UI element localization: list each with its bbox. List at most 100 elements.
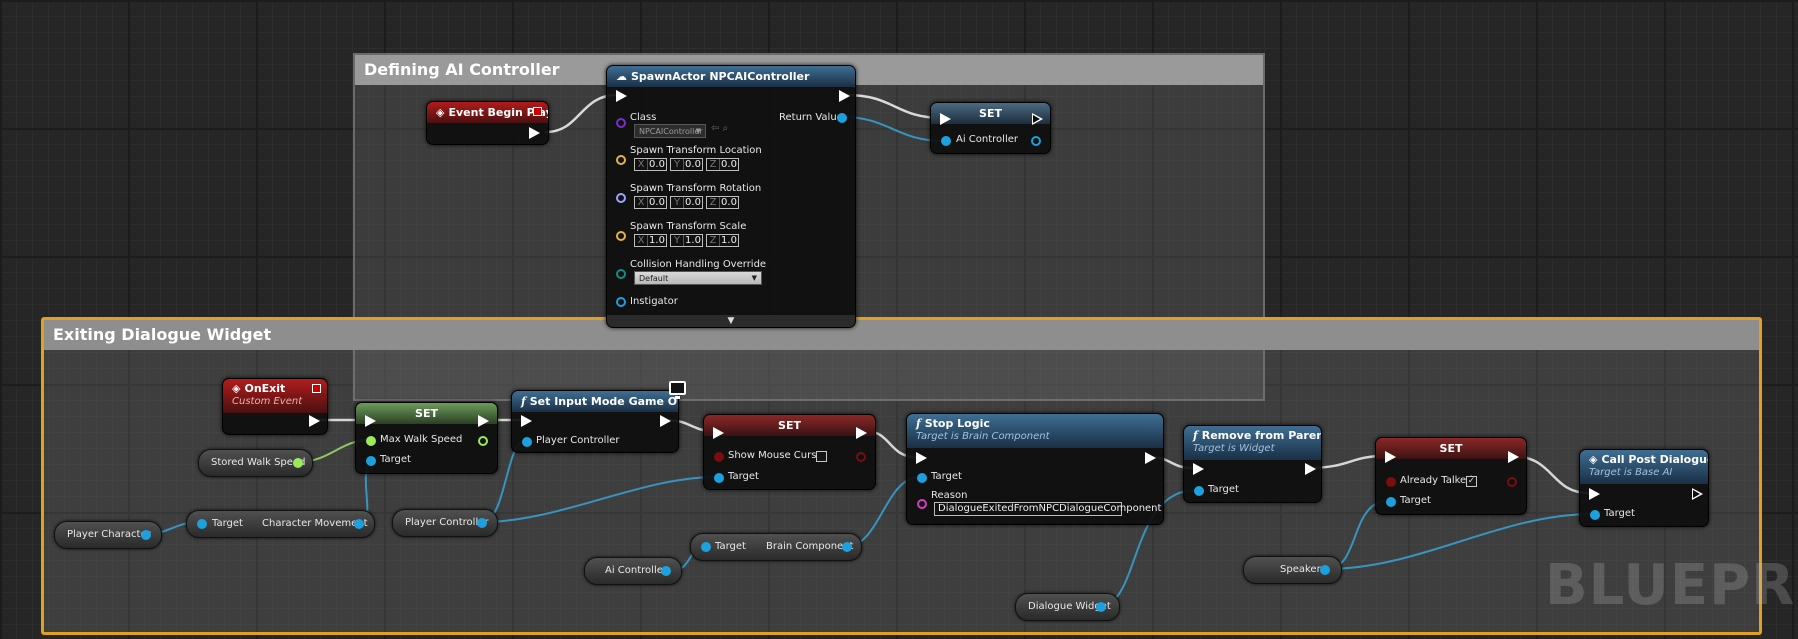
exec-in-pin[interactable] (616, 90, 627, 102)
target-label: Target (1208, 484, 1239, 495)
exec-out-pin[interactable] (1305, 463, 1316, 475)
exec-in-pin[interactable] (1589, 488, 1600, 500)
return-value-pin[interactable] (837, 113, 847, 123)
rotation-y-field[interactable]: Y 0.0 (670, 196, 703, 209)
already-talked-out-pin[interactable] (1507, 477, 1517, 487)
speaker-out-pin[interactable] (1320, 565, 1330, 575)
collision-override-select[interactable]: Default (634, 271, 762, 285)
exec-out-pin[interactable] (839, 90, 850, 102)
event-delegate-icon[interactable] (312, 384, 321, 393)
ai-controller-out-pin[interactable] (661, 566, 671, 576)
location-z-field[interactable]: Z 0.0 (706, 158, 739, 171)
stored-walk-speed-out-pin[interactable] (293, 458, 303, 468)
target-pin[interactable] (197, 519, 207, 529)
scale-x-field[interactable]: X 1.0 (634, 234, 667, 247)
speaker-variable[interactable]: Speaker (1243, 556, 1342, 584)
dialogue-widget-out-pin[interactable] (1096, 602, 1106, 612)
function-f-icon: f (521, 395, 526, 408)
exec-in-pin[interactable] (1385, 451, 1396, 463)
show-cursor-out-pin[interactable] (856, 452, 866, 462)
collision-override-pin[interactable] (616, 269, 626, 279)
max-walk-speed-out-pin[interactable] (478, 436, 488, 446)
already-talked-in-pin[interactable] (1386, 477, 1396, 487)
location-y-field[interactable]: Y 0.0 (670, 158, 703, 171)
exec-in-pin[interactable] (365, 415, 376, 427)
show-cursor-checkbox[interactable] (816, 451, 827, 462)
spawn-scale-pin[interactable] (616, 231, 626, 241)
rotation-z-field[interactable]: Z 0.0 (706, 196, 739, 209)
node-subtitle: Target is Brain Component (916, 431, 1050, 442)
exec-out-pin[interactable] (1508, 451, 1519, 463)
max-walk-speed-label: Max Walk Speed (380, 434, 463, 445)
call-post-dialogue-node[interactable]: ◈ Call Post Dialogue Target is Base AI Ta… (1579, 449, 1709, 527)
brain-component-out-pin[interactable] (842, 542, 852, 552)
target-pin[interactable] (1194, 486, 1204, 496)
ai-controller-out-pin[interactable] (1031, 136, 1041, 146)
already-talked-checkbox[interactable]: ✓ (1466, 476, 1477, 487)
ai-controller-in-pin[interactable] (941, 136, 951, 146)
comment-title[interactable]: Exiting Dialogue Widget (44, 320, 1759, 350)
instigator-pin[interactable] (616, 297, 626, 307)
event-delegate-icon[interactable] (533, 107, 542, 116)
exec-out-pin[interactable] (1032, 113, 1043, 125)
spawn-actor-node[interactable]: ☁ SpawnActor NPCAIController Class NPCAIC… (606, 65, 856, 328)
class-select[interactable]: NPCAIController (634, 124, 706, 138)
ai-controller-variable[interactable]: Ai Controller (584, 557, 682, 585)
exec-out-pin[interactable] (478, 415, 489, 427)
player-controller-variable[interactable]: Player Controller (392, 509, 498, 537)
location-x-field[interactable]: X 0.0 (634, 158, 667, 171)
target-pin[interactable] (714, 473, 724, 483)
get-brain-component-node[interactable]: Target Brain Component (690, 533, 862, 561)
set-max-walk-speed-node[interactable]: SET Max Walk Speed Target (355, 402, 498, 474)
show-cursor-label: Show Mouse Cursor (728, 450, 827, 461)
set-show-mouse-cursor-node[interactable]: SET Show Mouse Cursor Target (703, 414, 876, 490)
scale-y-field[interactable]: Y 1.0 (670, 234, 703, 247)
exec-in-pin[interactable] (916, 452, 927, 464)
exec-out-pin[interactable] (660, 415, 671, 427)
scale-z-field[interactable]: Z 1.0 (706, 234, 739, 247)
target-pin[interactable] (1386, 497, 1396, 507)
target-pin[interactable] (1590, 510, 1600, 520)
exec-out-pin[interactable] (309, 415, 320, 427)
reason-pin[interactable] (917, 499, 927, 509)
exec-out-pin[interactable] (856, 427, 867, 439)
character-movement-out-pin[interactable] (354, 519, 364, 529)
get-character-movement-node[interactable]: Target Character Movement (186, 510, 375, 538)
target-label: Target (380, 454, 411, 465)
rotation-x-field[interactable]: X 0.0 (634, 196, 667, 209)
exec-out-pin[interactable] (1692, 488, 1703, 500)
reason-text-input[interactable]: DialogueExitedFromNPCDialogueComponent (934, 502, 1161, 516)
player-character-variable[interactable]: Player Character (54, 521, 162, 549)
player-character-out-pin[interactable] (141, 530, 151, 540)
set-input-mode-game-only-node[interactable]: fSet Input Mode Game Only Player Control… (511, 390, 679, 453)
max-walk-speed-in-pin[interactable] (366, 436, 376, 446)
exec-out-pin[interactable] (1145, 452, 1156, 464)
brain-component-label: Brain Component (766, 541, 854, 552)
exec-in-pin[interactable] (521, 415, 532, 427)
exec-in-pin[interactable] (1193, 463, 1204, 475)
set-ai-controller-node[interactable]: SET Ai Controller (930, 102, 1051, 154)
event-begin-play-node[interactable]: ◈ Event Begin Play (426, 101, 549, 145)
class-pin[interactable] (616, 118, 626, 128)
exec-in-pin[interactable] (940, 113, 951, 125)
show-cursor-in-pin[interactable] (714, 452, 724, 462)
spawn-location-pin[interactable] (616, 155, 626, 165)
remove-from-parent-node[interactable]: f Remove from Parent Target is Widget Tar… (1183, 425, 1322, 503)
stop-logic-node[interactable]: f Stop Logic Target is Brain Component Ta… (906, 413, 1164, 525)
spawn-rotation-pin[interactable] (616, 193, 626, 203)
player-controller-out-pin[interactable] (477, 518, 487, 528)
on-exit-event-node[interactable]: ◈ OnExit Custom Event (222, 378, 328, 435)
exec-out-pin[interactable] (529, 127, 540, 139)
spawn-location-vector: X 0.0 Y 0.0 Z 0.0 (634, 158, 739, 171)
exec-in-pin[interactable] (713, 427, 724, 439)
target-pin[interactable] (366, 456, 376, 466)
set-already-talked-node[interactable]: SET Already Talked ✓ Target (1375, 437, 1527, 515)
target-pin[interactable] (701, 542, 711, 552)
browse-class-icons[interactable]: ⇦ ⌕ (711, 123, 728, 134)
player-controller-pin[interactable] (522, 437, 532, 447)
dialogue-widget-variable[interactable]: Dialogue Widget (1015, 593, 1120, 621)
target-pin[interactable] (917, 473, 927, 483)
advanced-expander[interactable]: ▼ (607, 315, 855, 327)
instigator-label: Instigator (630, 296, 678, 307)
stored-walk-speed-variable[interactable]: Stored Walk Speed (198, 449, 313, 477)
